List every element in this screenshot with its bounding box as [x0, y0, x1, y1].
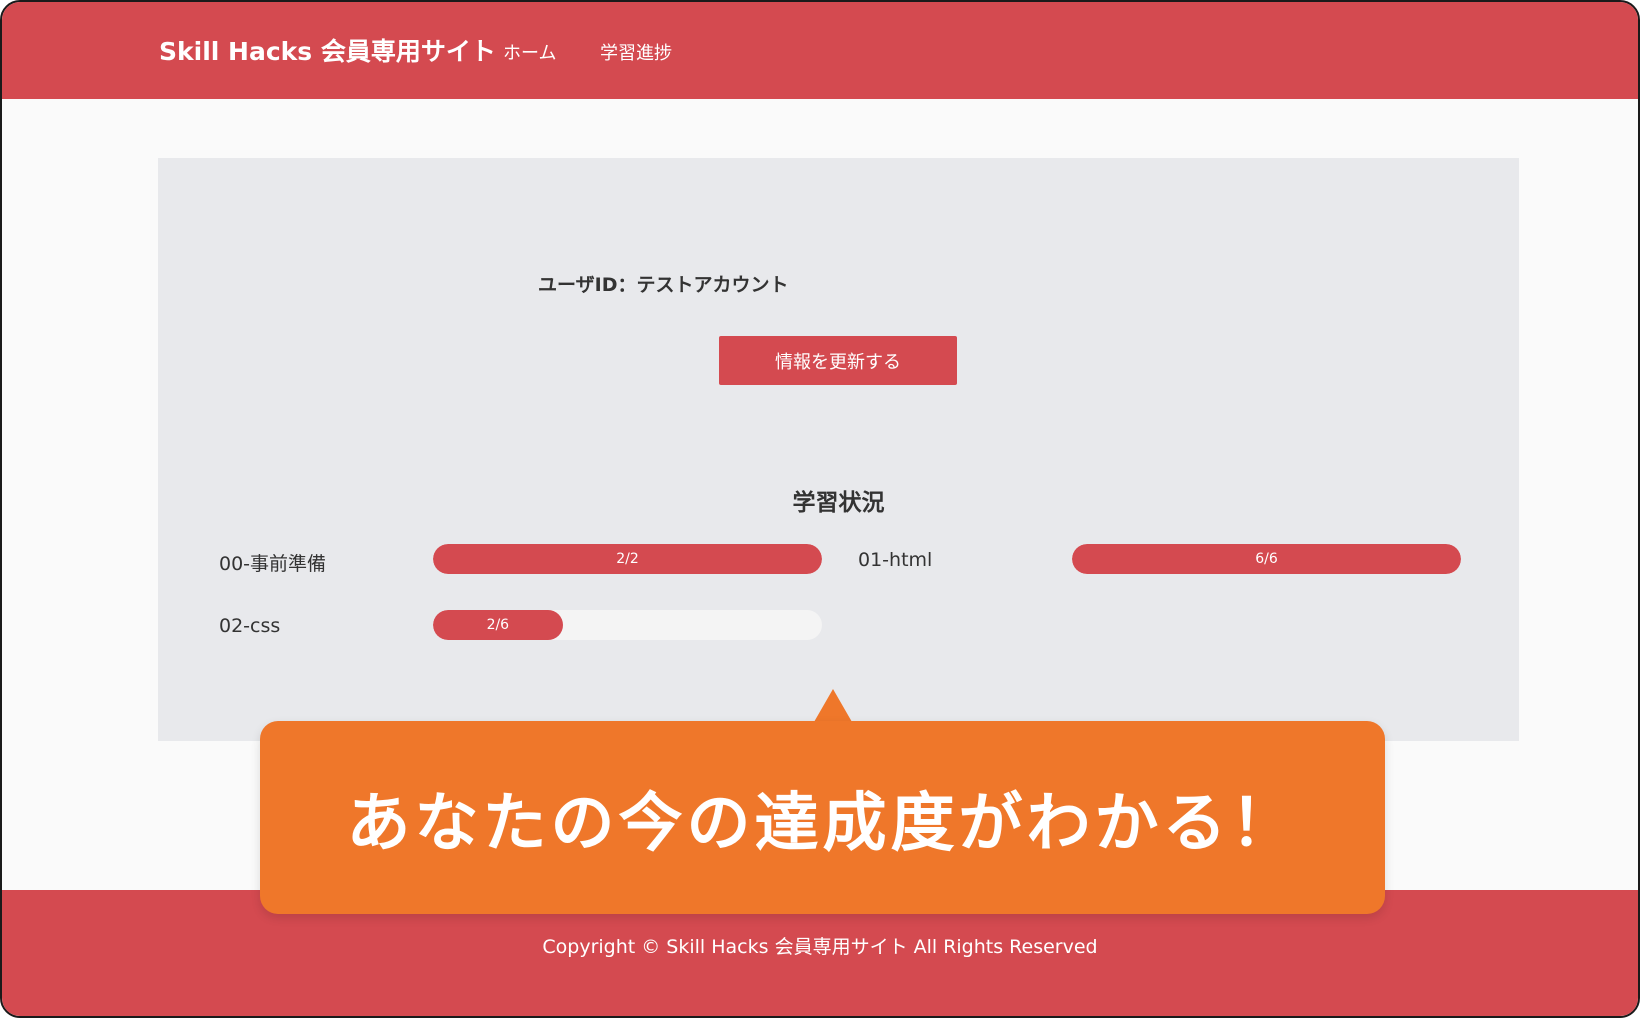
user-id-text: ユーザID：テストアカウント: [538, 274, 789, 296]
progress-bar-label: 2/2: [616, 551, 639, 567]
callout-pointer: [814, 689, 852, 722]
progress-section-title: 学習状況: [792, 490, 885, 516]
callout-text: あなたの今の達成度がわかる！: [346, 786, 1299, 861]
update-info-button[interactable]: 情報を更新する: [719, 336, 957, 385]
progress-bar-02: 2/6: [433, 610, 822, 640]
callout-banner: あなたの今の達成度がわかる！: [260, 721, 1385, 914]
course-label-00: 00-事前準備: [219, 553, 327, 575]
nav-link-home[interactable]: ホーム: [503, 39, 556, 65]
progress-bar-label: 2/6: [486, 617, 510, 633]
profile-card: ユーザID：テストアカウント 情報を更新する 学習状況 00-事前準備 2/2 …: [158, 158, 1519, 741]
course-label-01: 01-html: [858, 549, 933, 571]
progress-bar-00: 2/2: [433, 544, 822, 574]
site-header: Skill Hacks 会員専用サイト ホーム 学習進捗: [2, 2, 1638, 99]
course-label-02: 02-css: [219, 615, 281, 637]
nav-link-progress[interactable]: 学習進捗: [600, 39, 672, 65]
progress-bar-label: 6/6: [1255, 551, 1278, 567]
copyright-text: Copyright © Skill Hacks 会員専用サイト All Righ…: [542, 936, 1098, 958]
site-logo[interactable]: Skill Hacks 会員専用サイト: [159, 32, 496, 68]
progress-bar-01: 6/6: [1072, 544, 1461, 574]
app-window: Skill Hacks 会員専用サイト ホーム 学習進捗 ユーザID：テストアカ…: [0, 0, 1640, 1018]
